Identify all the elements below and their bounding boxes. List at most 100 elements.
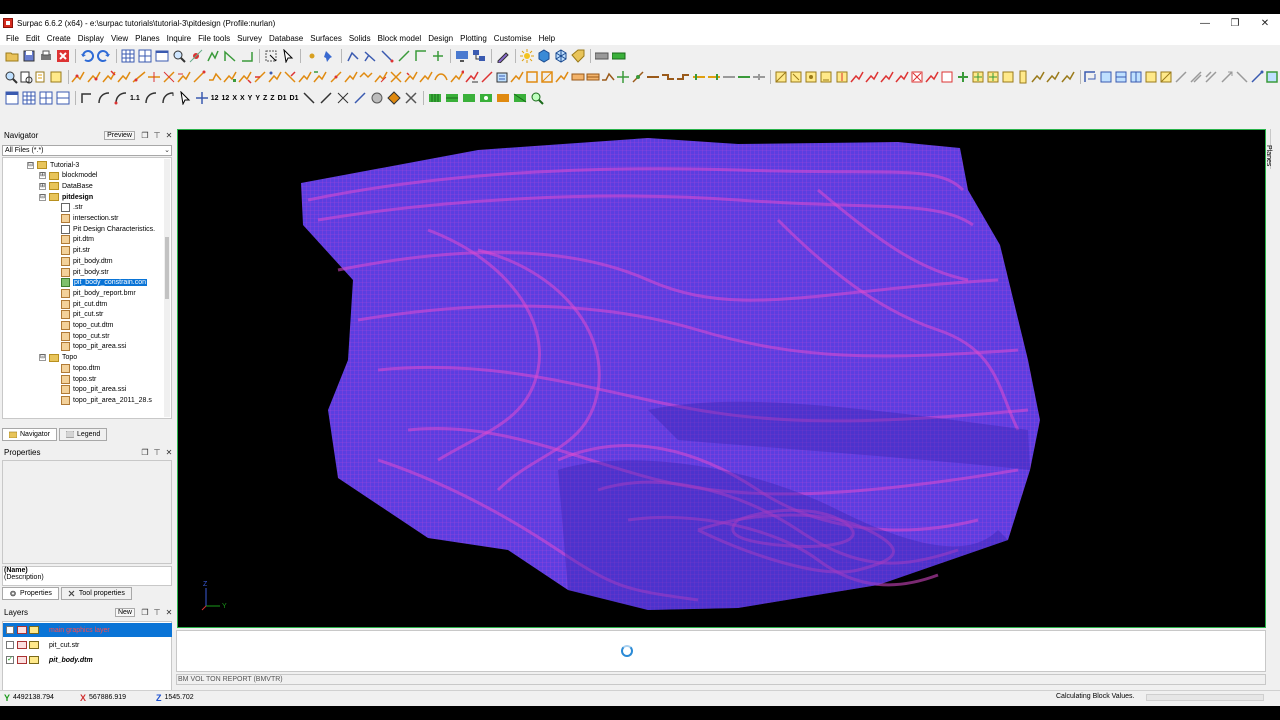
tree-item[interactable]: pit.str: [61, 246, 90, 256]
menu-solids[interactable]: Solids: [349, 34, 371, 43]
edit-34-icon[interactable]: [571, 69, 585, 85]
solids-19-icon[interactable]: [1046, 69, 1060, 85]
layer-lock-icon[interactable]: [29, 626, 39, 634]
tree-item[interactable]: topo.str: [61, 374, 96, 384]
view-6-icon[interactable]: [1159, 69, 1173, 85]
pit-body-dtm-surface[interactable]: [178, 130, 1265, 627]
arc-1-icon[interactable]: [79, 90, 95, 106]
text-12-b[interactable]: 12: [222, 95, 230, 102]
edit-42-icon[interactable]: [692, 69, 706, 85]
view-11-icon[interactable]: [1235, 69, 1249, 85]
view-13-icon[interactable]: [1265, 69, 1279, 85]
menu-view[interactable]: View: [111, 34, 128, 43]
pen-icon[interactable]: [495, 48, 511, 64]
solids-1-icon[interactable]: [774, 69, 788, 85]
file-filter-select[interactable]: All Files (*.*) ⌄: [2, 145, 172, 156]
view-2-icon[interactable]: [1099, 69, 1113, 85]
menu-customise[interactable]: Customise: [494, 34, 532, 43]
menu-plotting[interactable]: Plotting: [460, 34, 487, 43]
point-icon[interactable]: [188, 48, 204, 64]
solids-18-icon[interactable]: [1031, 69, 1045, 85]
tree-item[interactable]: topo_cut.dtm: [61, 321, 113, 331]
minimize-button[interactable]: —: [1190, 14, 1220, 32]
edit-13-icon[interactable]: [253, 69, 267, 85]
edit-16-icon[interactable]: [298, 69, 312, 85]
tree-item[interactable]: ⊟ pitdesign: [39, 192, 93, 202]
edit-33-icon[interactable]: [555, 69, 570, 85]
tree-item[interactable]: pit_body.str: [61, 267, 109, 277]
digitise-2-icon[interactable]: [362, 48, 378, 64]
solids-20-icon[interactable]: [1061, 69, 1076, 85]
float-panel-icon[interactable]: ❐: [139, 448, 151, 457]
float-panel-icon[interactable]: ❐: [139, 608, 151, 617]
solids-15-icon[interactable]: [986, 69, 1000, 85]
window-icon[interactable]: [154, 48, 170, 64]
function-4-icon[interactable]: [49, 69, 63, 85]
menu-database[interactable]: Database: [269, 34, 303, 43]
cursor-2-icon[interactable]: [177, 90, 193, 106]
text-y-b[interactable]: Y: [255, 95, 260, 102]
sun-icon[interactable]: [519, 48, 535, 64]
text-12-a[interactable]: 12: [211, 95, 219, 102]
zoom-icon[interactable]: [171, 48, 187, 64]
tree-item[interactable]: pit_cut.dtm: [61, 299, 107, 309]
solids-16-icon[interactable]: [1001, 69, 1015, 85]
tab-navigator[interactable]: Navigator: [2, 428, 57, 441]
solids-14-icon[interactable]: [971, 69, 985, 85]
layer-row[interactable]: ✓ pit_body.dtm: [3, 653, 172, 667]
view-12-icon[interactable]: [1250, 69, 1264, 85]
menu-create[interactable]: Create: [47, 34, 71, 43]
maximize-button[interactable]: ❐: [1220, 14, 1250, 32]
tab-tool-properties[interactable]: Tool properties: [60, 587, 132, 600]
dot-icon[interactable]: [304, 48, 320, 64]
open-icon[interactable]: [4, 48, 20, 64]
tree-item[interactable]: Pit Design Characteristics.: [61, 224, 155, 234]
tree-item[interactable]: topo_cut.str: [61, 331, 110, 341]
edit-19-icon[interactable]: [344, 69, 358, 85]
bm-5-icon[interactable]: [495, 90, 511, 106]
edit-23-icon[interactable]: [404, 69, 418, 85]
bm-zoom-icon[interactable]: [529, 90, 545, 106]
function-2-icon[interactable]: [19, 69, 33, 85]
text-d1-a[interactable]: D1: [278, 95, 287, 102]
edit-44-icon[interactable]: [722, 69, 736, 85]
scrollbar-thumb[interactable]: [165, 237, 169, 299]
tree-scrollbar[interactable]: [164, 159, 170, 417]
tree-item[interactable]: ⊟ Tutorial-3: [27, 160, 79, 170]
layer-row[interactable]: main graphics layer: [3, 623, 172, 637]
pin-panel-icon[interactable]: ⊤: [151, 131, 163, 140]
expand-icon[interactable]: ⊞: [39, 172, 46, 180]
battery-icon[interactable]: [594, 48, 610, 64]
tree-item[interactable]: .str: [61, 203, 83, 213]
arc-3-icon[interactable]: [113, 90, 129, 106]
solids-9-icon[interactable]: [895, 69, 909, 85]
solids-5-icon[interactable]: [835, 69, 849, 85]
edit-26-icon[interactable]: [449, 69, 464, 85]
function-3-icon[interactable]: [34, 69, 48, 85]
tree-item[interactable]: pit_body_report.bmr: [61, 288, 136, 298]
edit-21-icon[interactable]: [374, 69, 388, 85]
edit-20-icon[interactable]: [359, 69, 373, 85]
menu-file[interactable]: File: [6, 34, 19, 43]
edit-31-icon[interactable]: [525, 69, 539, 85]
edit-36-icon[interactable]: [601, 69, 615, 85]
shade-icon[interactable]: [386, 90, 402, 106]
edit-39-icon[interactable]: [646, 69, 660, 85]
close-panel-icon[interactable]: ✕: [163, 131, 175, 140]
cursor-icon[interactable]: [280, 48, 296, 64]
layer-lock-icon[interactable]: [29, 641, 39, 649]
pin-icon[interactable]: [321, 48, 337, 64]
solids-7-icon[interactable]: [865, 69, 879, 85]
collapse-icon[interactable]: ⊟: [27, 161, 34, 169]
network-icon[interactable]: [471, 48, 487, 64]
edit-32-icon[interactable]: [540, 69, 554, 85]
close-panel-icon[interactable]: ✕: [163, 448, 175, 457]
grid-icon[interactable]: [120, 48, 136, 64]
preview-button[interactable]: Preview: [104, 130, 135, 140]
edit-17-icon[interactable]: [313, 69, 328, 85]
new-layer-button[interactable]: New: [114, 607, 135, 617]
tree-item[interactable]: topo_pit_area_2011_28.s: [61, 395, 152, 405]
sphere-icon[interactable]: [369, 90, 385, 106]
undo-icon[interactable]: [79, 48, 95, 64]
line-1-icon[interactable]: [301, 90, 317, 106]
